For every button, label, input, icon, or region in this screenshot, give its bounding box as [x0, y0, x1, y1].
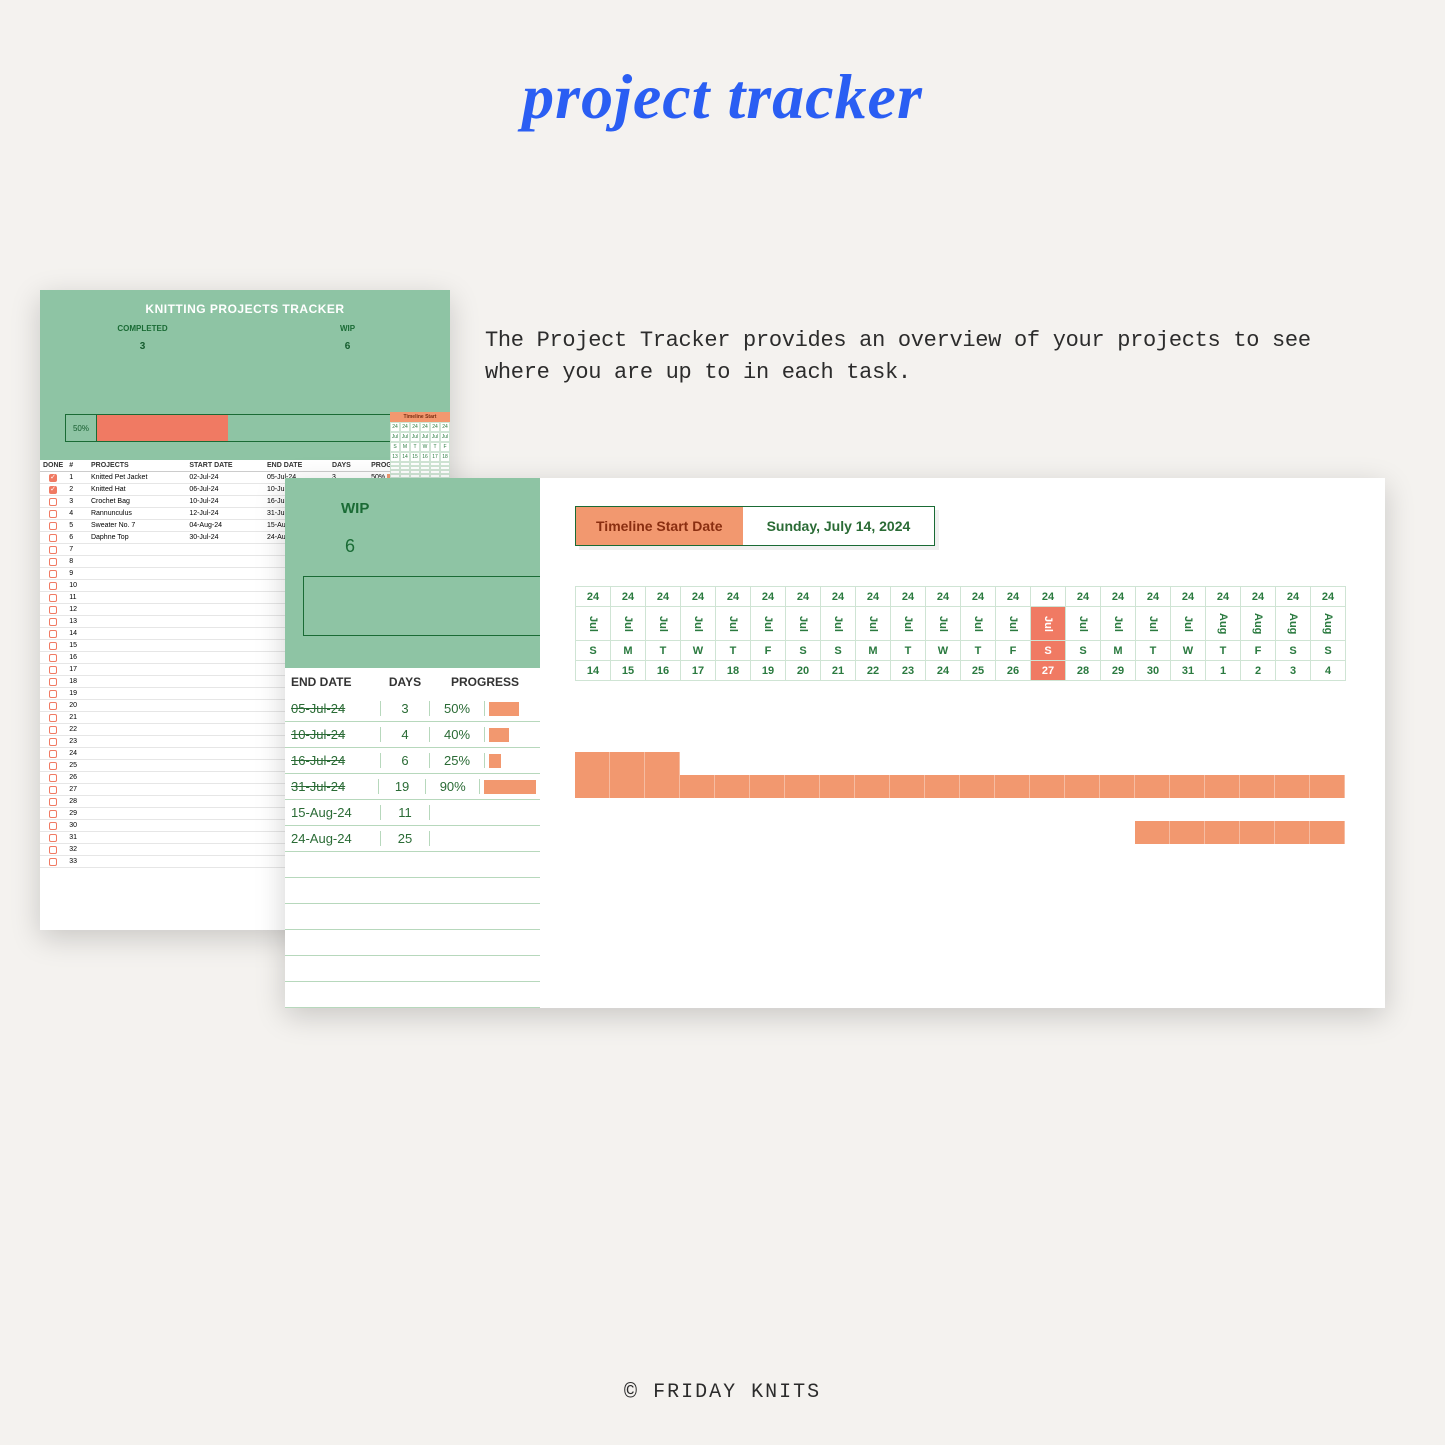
timeline-start-value: Sunday, July 14, 2024 [743, 507, 935, 545]
detail-row: 10-Jul-24 4 40% [285, 722, 540, 748]
gantt-chart [575, 706, 1385, 844]
page-description: The Project Tracker provides an overview… [485, 325, 1385, 389]
detail-row: 15-Aug-24 11 [285, 800, 540, 826]
footer-brand: FRIDAY KNITS [653, 1381, 821, 1404]
detail-wip-value: 6 [345, 536, 355, 557]
wip-label: WIP [245, 324, 450, 333]
tracker-title: KNITTING PROJECTS TRACKER [40, 290, 450, 324]
timeline-start-date-box: Timeline Start Date Sunday, July 14, 202… [575, 506, 935, 546]
detail-row: 16-Jul-24 6 25% [285, 748, 540, 774]
completed-value: 3 [40, 341, 245, 352]
calendar-strip: 2424242424242424242424242424242424242424… [575, 586, 1365, 681]
footer: © FRIDAY KNITS [0, 1380, 1445, 1405]
col-end-date: END DATE [285, 675, 380, 689]
detail-progress-frame [303, 576, 540, 636]
overall-progress-label: 50% [66, 424, 96, 433]
detail-wip-label: WIP [341, 500, 369, 517]
detail-row: 31-Jul-24 19 90% [285, 774, 540, 800]
timeline-start-label: Timeline Start Date [576, 507, 743, 545]
detail-row: 24-Aug-24 25 [285, 826, 540, 852]
completed-label: COMPLETED [40, 324, 245, 333]
col-days: DAYS [380, 675, 430, 689]
detail-row: 05-Jul-24 3 50% [285, 696, 540, 722]
copyright-icon: © [624, 1380, 639, 1405]
tracker-detail-view: WIP 6 END DATE DAYS PROGRESS 05-Jul-24 3… [285, 478, 1385, 1008]
overall-progress-bar: 50% [65, 414, 425, 442]
page-title: project tracker [0, 60, 1445, 134]
wip-value: 6 [245, 341, 450, 352]
col-progress: PROGRESS [430, 675, 540, 689]
